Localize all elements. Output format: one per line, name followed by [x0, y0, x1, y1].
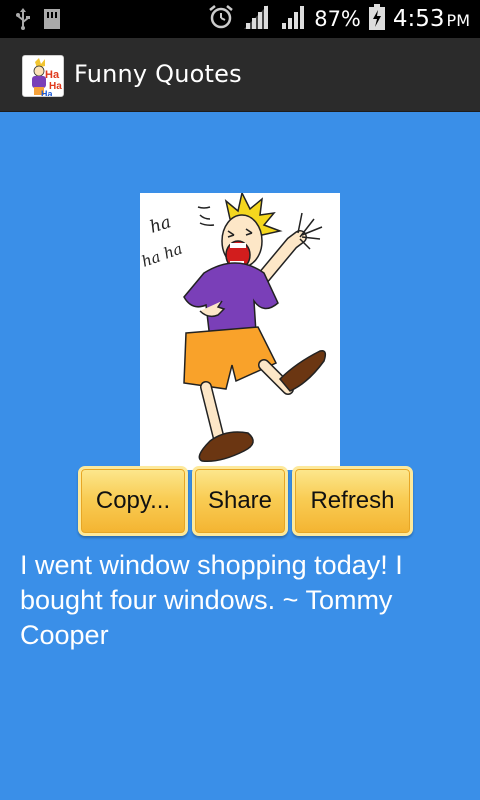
sd-card-icon: [44, 9, 60, 33]
share-button[interactable]: Share: [192, 466, 288, 536]
status-right-icons: 87% 4:53 PM: [208, 4, 470, 34]
status-bar: 87% 4:53 PM: [0, 0, 480, 38]
clock-time: 4:53: [392, 6, 445, 32]
signal-icon: [278, 5, 306, 33]
laughing-man-illustration: ha ha ha: [139, 190, 340, 470]
app-title: Funny Quotes: [74, 60, 242, 88]
refresh-button[interactable]: Refresh: [292, 466, 413, 536]
usb-icon: [16, 8, 30, 34]
action-bar: Ha Ha Ha Funny Quotes: [0, 38, 480, 112]
battery-percent: 87%: [314, 7, 361, 31]
svg-text:Ha: Ha: [45, 69, 60, 81]
quote-text: I went window shopping today! I bought f…: [20, 550, 403, 650]
haha-app-icon[interactable]: Ha Ha Ha: [22, 55, 64, 97]
copy-button[interactable]: Copy...: [78, 466, 188, 536]
alarm-icon: [208, 4, 234, 34]
svg-text:Ha: Ha: [41, 89, 53, 97]
battery-charging-icon: [368, 4, 385, 34]
clock-ampm: PM: [446, 11, 470, 30]
status-left-icons: [16, 8, 60, 34]
signal-icon: [242, 5, 270, 33]
clock: 4:53 PM: [393, 6, 470, 32]
